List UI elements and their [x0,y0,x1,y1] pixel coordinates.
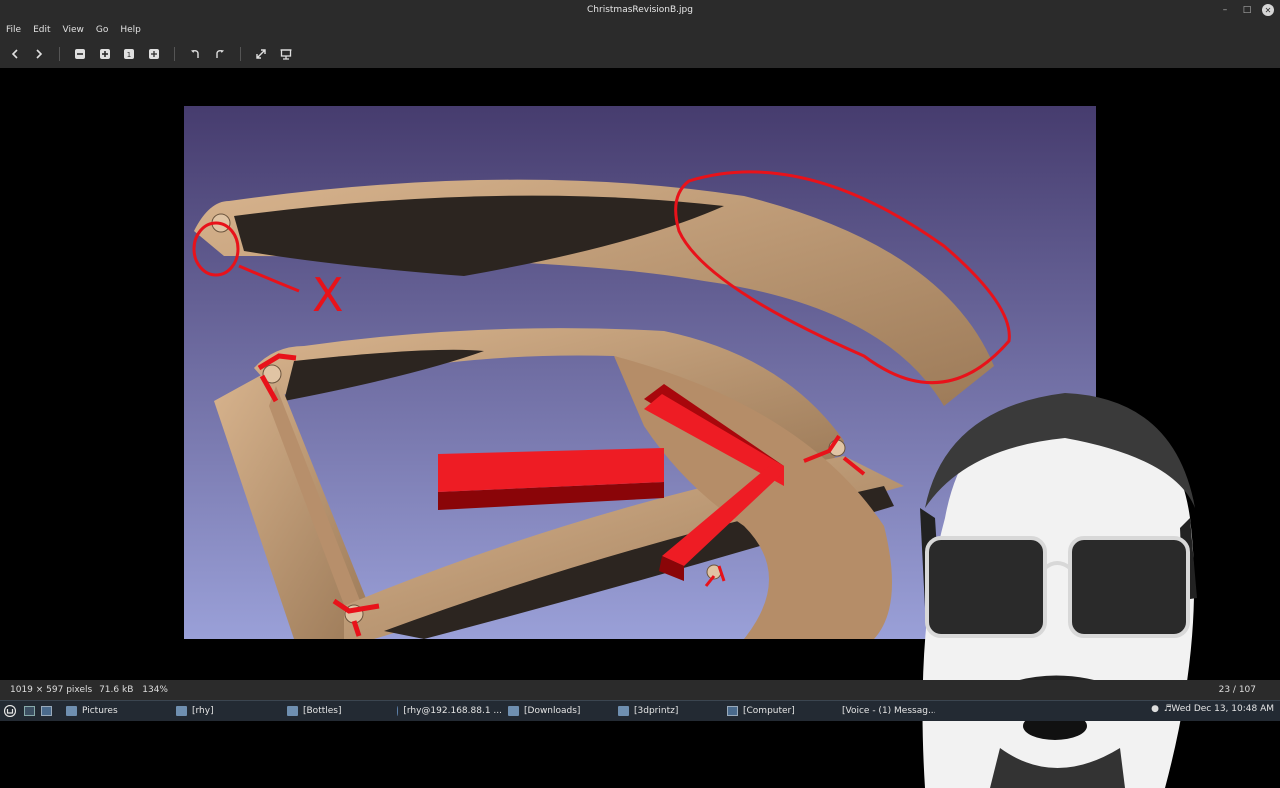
zoom-out-icon [75,49,85,59]
microphone-icon[interactable]: ● [1151,704,1159,714]
menu-edit[interactable]: Edit [27,25,56,35]
toolbar-separator [174,47,175,61]
menu-view[interactable]: View [57,25,90,35]
clock[interactable]: Wed Dec 13, 10:48 AM [1171,704,1274,714]
taskbar-item-label: [Downloads] [524,706,581,716]
folder-icon [618,706,629,716]
rotate-right-icon [216,50,224,58]
status-bar: 1019 × 597 pixels 71.6 kB 134% 23 / 107 [0,680,1280,700]
image-file-size: 71.6 kB [99,685,134,695]
globe-icon [397,706,399,716]
zoom-in-icon [100,49,110,59]
launcher-terminal[interactable] [41,704,53,718]
sunglasses-right-lens [1068,536,1190,638]
taskbar-item-label: [rhy@192.168.88.1 ... [403,706,502,716]
taskbar-item-label: [3dprintz] [634,706,679,716]
window-title: ChristmasRevisionB.jpg [587,5,693,15]
taskbar-item-label: [rhy] [192,706,214,716]
slideshow-button[interactable] [277,45,295,63]
computer-icon [727,706,738,716]
fullscreen-icon [256,49,266,59]
image-viewer[interactable]: X [0,68,1280,788]
taskbar-item-bottles[interactable]: [Bottles] [287,704,387,718]
terminal-icon [41,706,52,716]
zoom-level: 134% [142,685,168,695]
system-tray: ● ♬ [1151,704,1172,714]
image-dimensions: 1019 × 597 pixels [10,685,93,695]
close-button[interactable]: ✕ [1262,4,1274,16]
minimize-button[interactable]: – [1218,3,1232,17]
menu-bar: File Edit View Go Help [0,20,1280,40]
back-icon [11,49,18,59]
folder-icon [66,706,77,716]
window-controls: – □ ✕ [1218,3,1274,17]
zoom-out-button[interactable] [71,45,89,63]
taskbar-item-label: [Bottles] [303,706,342,716]
back-button[interactable] [6,45,24,63]
taskbar-item-label: [Voice - (1) Messag... [842,706,935,716]
menu-file[interactable]: File [0,25,27,35]
zoom-fit-button[interactable] [145,45,163,63]
zoom-normal-button[interactable]: 1 [120,45,138,63]
zoom-1-icon: 1 [124,49,134,59]
toolbar: 1 [0,40,1280,69]
webcam-overlay [920,393,1197,788]
toolbar-separator [59,47,60,61]
zoom-fit-icon [149,49,159,59]
maximize-button[interactable]: □ [1240,3,1254,17]
image-info: 1019 × 597 pixels 71.6 kB 134% [10,685,168,695]
title-bar: ChristmasRevisionB.jpg – □ ✕ [0,0,1280,20]
taskbar-item-pictures[interactable]: Pictures [66,704,166,718]
folder-icon [508,706,519,716]
annotation-x: X [312,268,344,322]
rotate-left-icon [191,50,199,58]
zoom-in-button[interactable] [96,45,114,63]
sunglasses-left-lens [925,536,1047,638]
taskbar-item-ssh[interactable]: [rhy@192.168.88.1 ... [397,704,502,718]
taskbar-item-computer[interactable]: [Computer] [727,704,827,718]
launcher-files[interactable] [24,704,36,718]
file-manager-icon [24,706,35,716]
taskbar-item-3dprintz[interactable]: [3dprintz] [618,704,718,718]
zoom-one-label: 1 [127,51,131,59]
forward-button[interactable] [30,45,48,63]
menu-go[interactable]: Go [90,25,114,35]
folder-icon [287,706,298,716]
toolbar-separator [240,47,241,61]
fullscreen-button[interactable] [252,45,270,63]
image-position: 23 / 107 [1218,685,1256,695]
forward-icon [36,49,43,59]
taskbar: Pictures [rhy] [Bottles] [rhy@192.168.88… [0,700,1280,721]
taskbar-item-downloads[interactable]: [Downloads] [508,704,608,718]
rotate-left-button[interactable] [186,45,204,63]
slideshow-icon [280,49,292,60]
taskbar-item-voice[interactable]: [Voice - (1) Messag... [837,704,935,718]
menu-help[interactable]: Help [114,25,147,35]
folder-icon [176,706,187,716]
menu-button[interactable] [4,704,18,718]
taskbar-item-rhy[interactable]: [rhy] [176,704,276,718]
taskbar-item-label: [Computer] [743,706,795,716]
rotate-right-button[interactable] [211,45,229,63]
taskbar-item-label: Pictures [82,706,118,716]
mint-menu-icon [4,705,16,717]
